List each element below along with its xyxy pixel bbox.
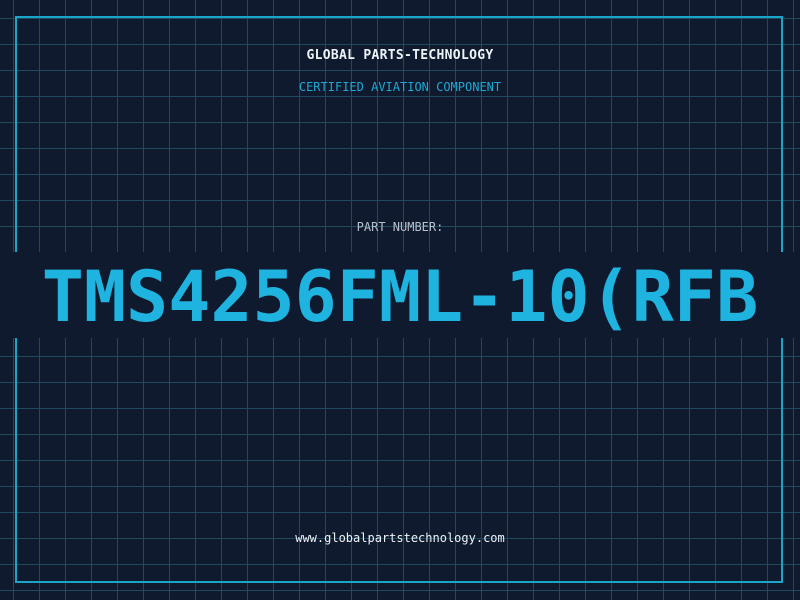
part-card: GLOBAL PARTS-TECHNOLOGY CERTIFIED AVIATI… bbox=[0, 0, 800, 600]
website-link[interactable]: www.globalpartstechnology.com bbox=[0, 531, 800, 545]
company-name: GLOBAL PARTS-TECHNOLOGY bbox=[306, 48, 494, 63]
certification-tagline: CERTIFIED AVIATION COMPONENT bbox=[298, 80, 502, 94]
part-number-label: PART NUMBER: bbox=[356, 220, 444, 234]
part-number-value: TMS4256FML-10(RFB bbox=[41, 256, 759, 338]
